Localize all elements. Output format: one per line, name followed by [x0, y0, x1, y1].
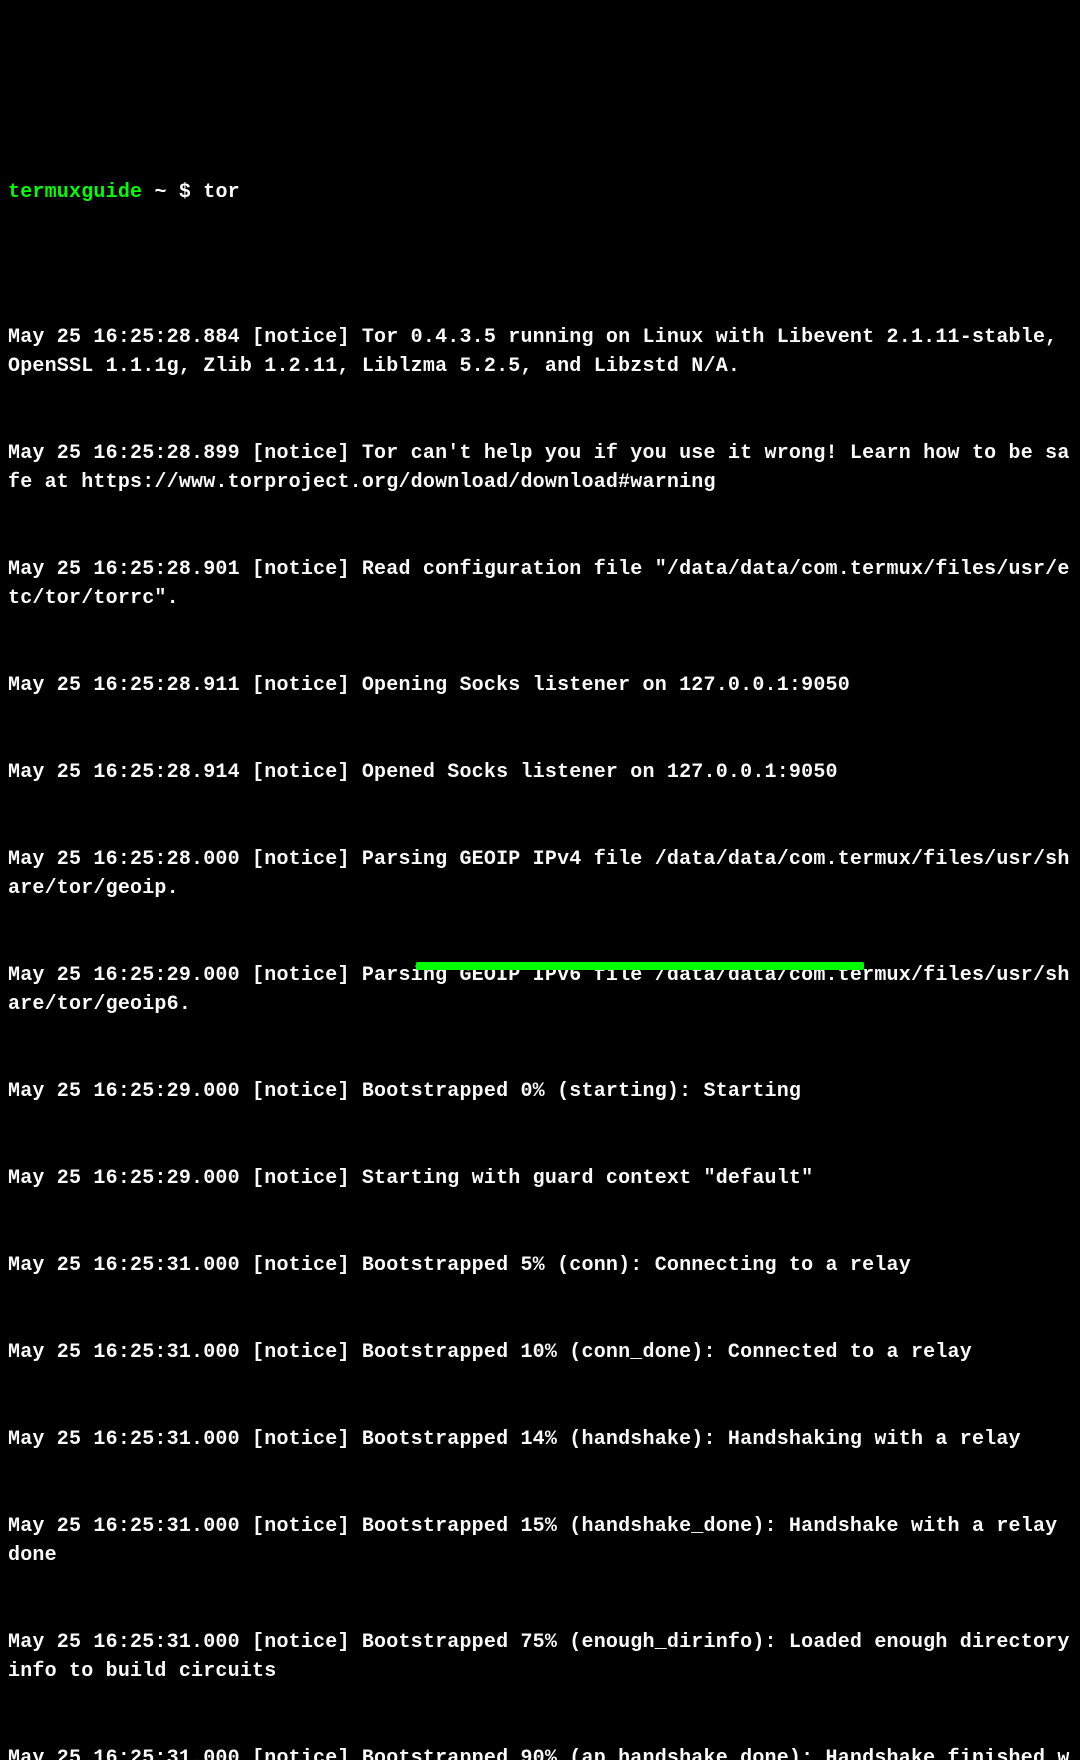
- log-line: May 25 16:25:29.000 [notice] Starting wi…: [8, 1164, 1072, 1193]
- log-line: May 25 16:25:28.914 [notice] Opened Sock…: [8, 758, 1072, 787]
- entered-command: tor: [203, 181, 240, 204]
- log-line: May 25 16:25:29.000 [notice] Bootstrappe…: [8, 1077, 1072, 1106]
- log-line: May 25 16:25:28.000 [notice] Parsing GEO…: [8, 845, 1072, 903]
- log-line: May 25 16:25:28.911 [notice] Opening Soc…: [8, 671, 1072, 700]
- terminal-output: May 25 16:25:28.884 [notice] Tor 0.4.3.5…: [8, 265, 1072, 1760]
- highlight-underline: [416, 962, 864, 970]
- log-line: May 25 16:25:31.000 [notice] Bootstrappe…: [8, 1628, 1072, 1686]
- log-line: May 25 16:25:28.899 [notice] Tor can't h…: [8, 439, 1072, 497]
- prompt-path: ~: [154, 181, 166, 204]
- log-line: May 25 16:25:28.884 [notice] Tor 0.4.3.5…: [8, 323, 1072, 381]
- prompt-username: termuxguide: [8, 181, 142, 204]
- log-line: May 25 16:25:31.000 [notice] Bootstrappe…: [8, 1425, 1072, 1454]
- terminal-window[interactable]: termuxguide ~ $ tor May 25 16:25:28.884 …: [8, 120, 1072, 992]
- log-line: May 25 16:25:28.901 [notice] Read config…: [8, 555, 1072, 613]
- log-line: May 25 16:25:31.000 [notice] Bootstrappe…: [8, 1744, 1072, 1760]
- log-line: May 25 16:25:31.000 [notice] Bootstrappe…: [8, 1512, 1072, 1570]
- log-line: May 25 16:25:31.000 [notice] Bootstrappe…: [8, 1251, 1072, 1280]
- log-line: May 25 16:25:31.000 [notice] Bootstrappe…: [8, 1338, 1072, 1367]
- prompt-symbol: $: [179, 181, 191, 204]
- prompt-line: termuxguide ~ $ tor: [8, 178, 1072, 207]
